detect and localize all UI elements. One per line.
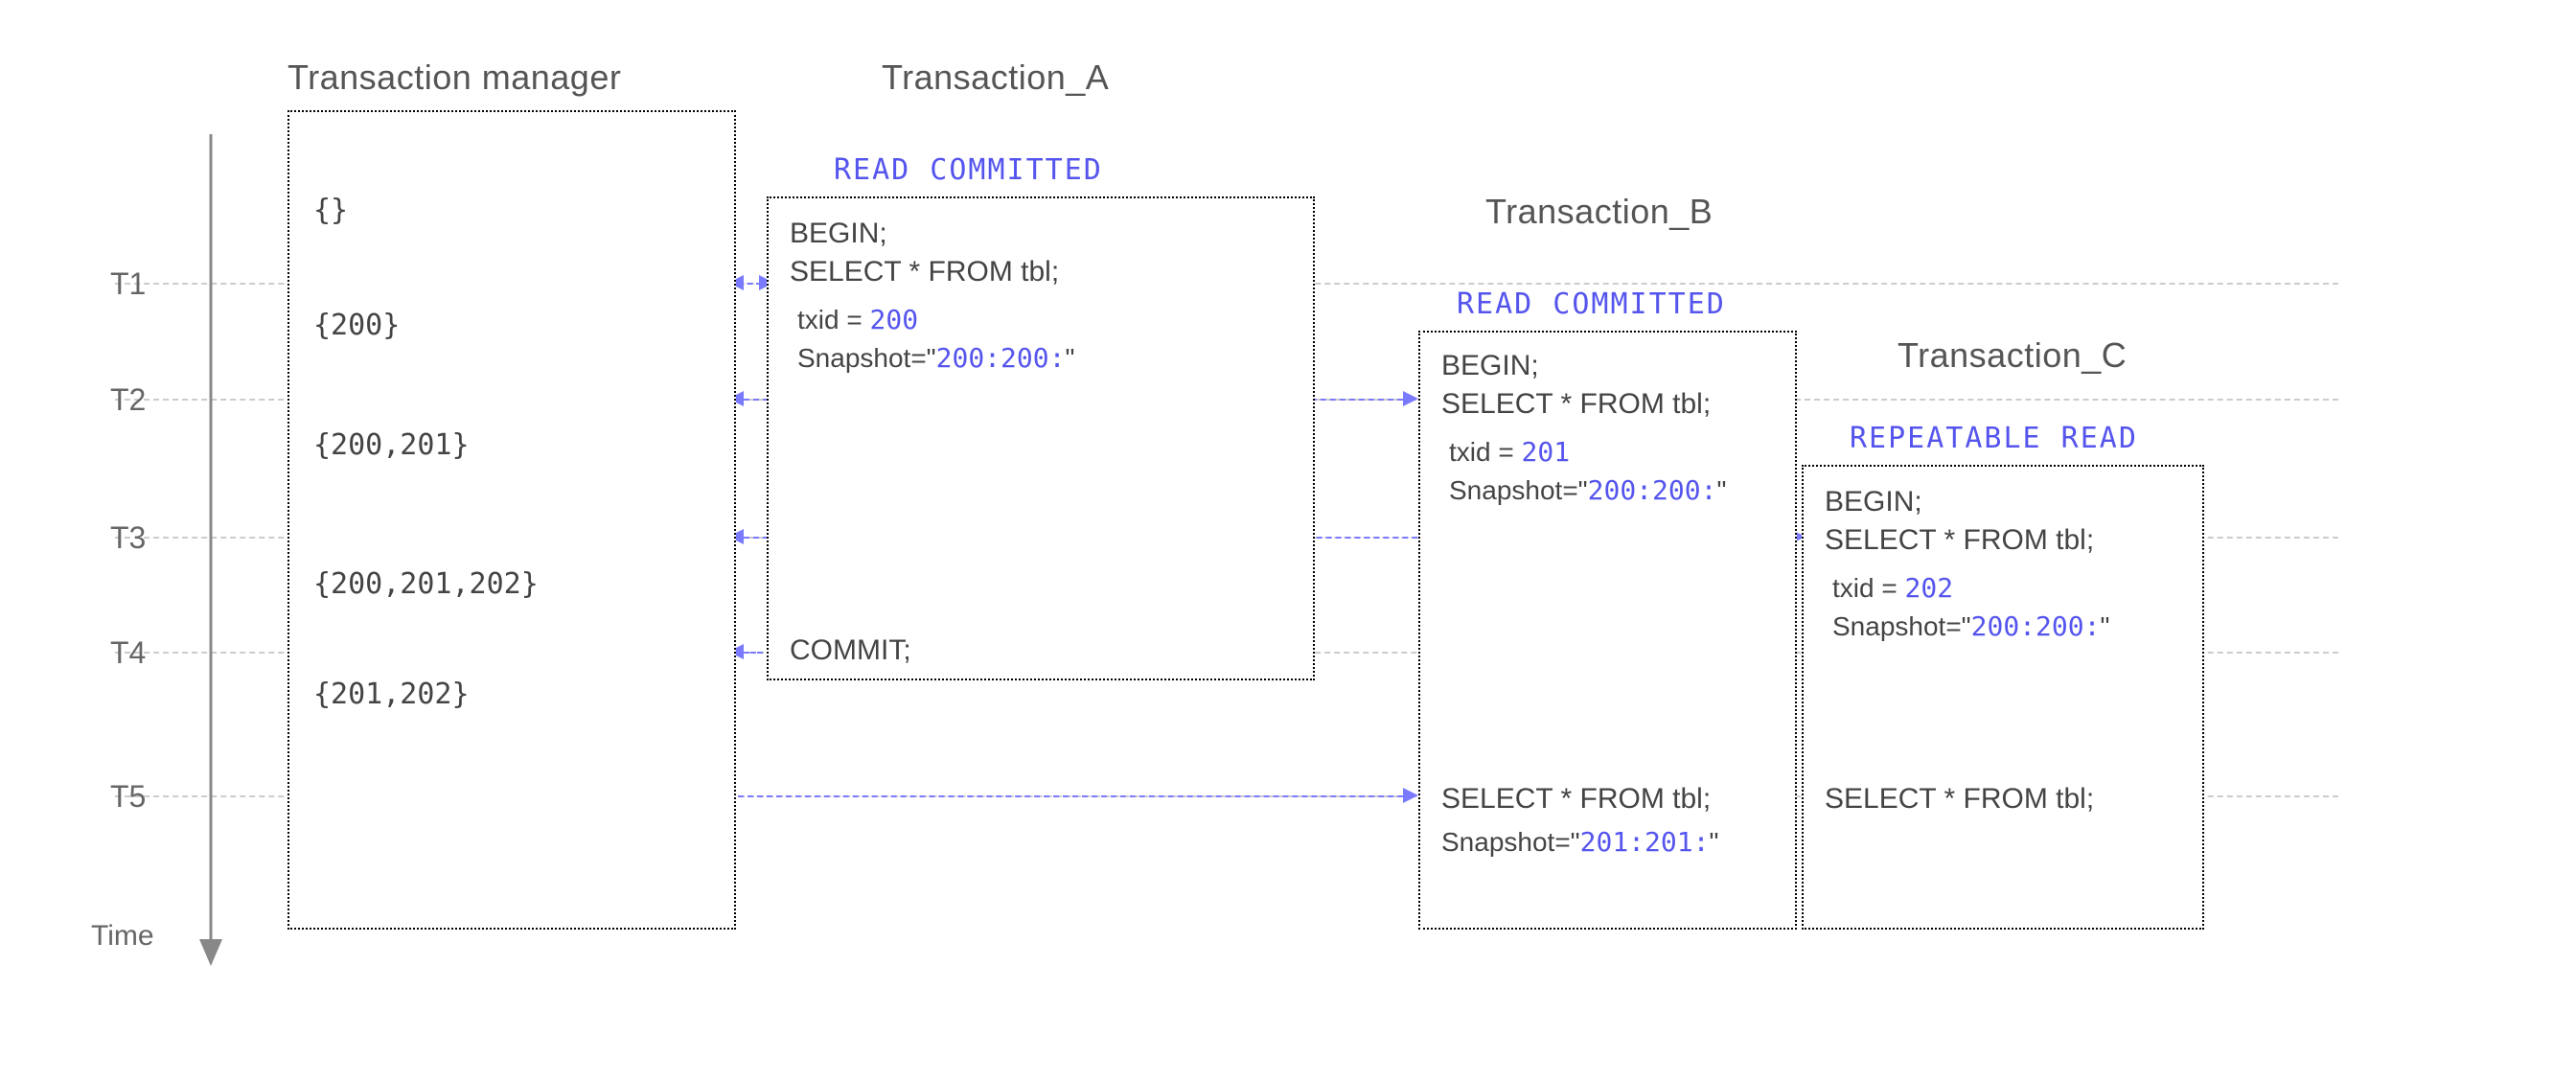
- row-label-t1: T1: [110, 266, 146, 302]
- txn-b-box: BEGIN; SELECT * FROM tbl; txid = 201 Sna…: [1418, 331, 1797, 930]
- txn-c-snap: Snapshot="200:200:": [1832, 610, 2109, 642]
- txn-b-txid-val: 201: [1521, 436, 1570, 468]
- txn-a-txid-prefix: txid =: [797, 305, 869, 334]
- txn-b-snap2-val: 201:201:: [1580, 826, 1710, 858]
- txn-b-begin: BEGIN;: [1441, 350, 1539, 382]
- tm-state-0: {}: [313, 194, 348, 227]
- txn-a-txid-val: 200: [869, 304, 918, 335]
- row-label-t3: T3: [110, 520, 146, 556]
- txn-c-txid-val: 202: [1904, 572, 1953, 604]
- txn-a-txid: txid = 200: [797, 304, 918, 335]
- col-title-b: Transaction_B: [1485, 192, 1713, 232]
- txn-c-txid-prefix: txid =: [1832, 573, 1904, 603]
- tm-state-3: {200,201,202}: [313, 567, 539, 601]
- txn-b-select: SELECT * FROM tbl;: [1441, 388, 1711, 421]
- txn-b-snap-val: 200:200:: [1588, 474, 1717, 506]
- txn-b-txid: txid = 201: [1449, 436, 1570, 468]
- arrow-t5-right-head: [1399, 786, 1418, 805]
- row-label-t2: T2: [110, 382, 146, 418]
- txn-b-select2: SELECT * FROM tbl;: [1441, 783, 1711, 816]
- time-axis: [192, 134, 230, 968]
- col-title-a: Transaction_A: [882, 58, 1109, 98]
- time-axis-label: Time: [91, 920, 154, 953]
- txn-b-snap: Snapshot="200:200:": [1449, 474, 1726, 506]
- arrow-t2-right-head: [1399, 389, 1418, 408]
- iso-label-c: REPEATABLE READ: [1850, 422, 2138, 455]
- iso-label-a: READ COMMITTED: [834, 153, 1103, 187]
- arrow-t5: [738, 795, 1403, 797]
- txn-a-begin: BEGIN;: [790, 218, 887, 250]
- row-label-t4: T4: [110, 635, 146, 671]
- col-title-c: Transaction_C: [1898, 335, 2127, 376]
- txn-c-snap-val: 200:200:: [1971, 610, 2101, 642]
- txn-b-snap2-suffix: ": [1709, 827, 1718, 857]
- col-title-tm: Transaction manager: [288, 58, 621, 98]
- txn-c-begin: BEGIN;: [1825, 486, 1922, 518]
- txn-b-snap-suffix: ": [1716, 475, 1726, 505]
- txn-a-snap-suffix: ": [1065, 343, 1074, 373]
- txn-c-txid: txid = 202: [1832, 572, 1953, 604]
- txn-b-snap2-prefix: Snapshot=": [1441, 827, 1580, 857]
- txn-c-snap-suffix: ": [2100, 611, 2109, 641]
- tm-box: {} {200} {200,201} {200,201,202} {201,20…: [288, 110, 736, 930]
- tm-state-2: {200,201}: [313, 428, 470, 462]
- txn-c-select: SELECT * FROM tbl;: [1825, 524, 2094, 557]
- txn-b-snap-prefix: Snapshot=": [1449, 475, 1588, 505]
- tm-state-4: {201,202}: [313, 678, 470, 711]
- txn-c-box: BEGIN; SELECT * FROM tbl; txid = 202 Sna…: [1802, 465, 2204, 930]
- txn-b-txid-prefix: txid =: [1449, 437, 1521, 467]
- row-label-t5: T5: [110, 779, 146, 815]
- tm-state-1: {200}: [313, 309, 400, 342]
- txn-c-snap-prefix: Snapshot=": [1832, 611, 1971, 641]
- txn-a-snap-val: 200:200:: [936, 342, 1066, 374]
- txn-a-commit: COMMIT;: [790, 634, 911, 667]
- txn-a-select: SELECT * FROM tbl;: [790, 256, 1059, 288]
- iso-label-b: READ COMMITTED: [1457, 288, 1726, 321]
- diagram-root: { "columns": { "tm": { "title": "Transac…: [0, 0, 2576, 1081]
- txn-a-snap-prefix: Snapshot=": [797, 343, 936, 373]
- txn-a-snap: Snapshot="200:200:": [797, 342, 1074, 374]
- txn-a-box: BEGIN; SELECT * FROM tbl; txid = 200 Sna…: [767, 196, 1315, 680]
- txn-b-snap2: Snapshot="201:201:": [1441, 826, 1718, 858]
- txn-c-select2: SELECT * FROM tbl;: [1825, 783, 2094, 816]
